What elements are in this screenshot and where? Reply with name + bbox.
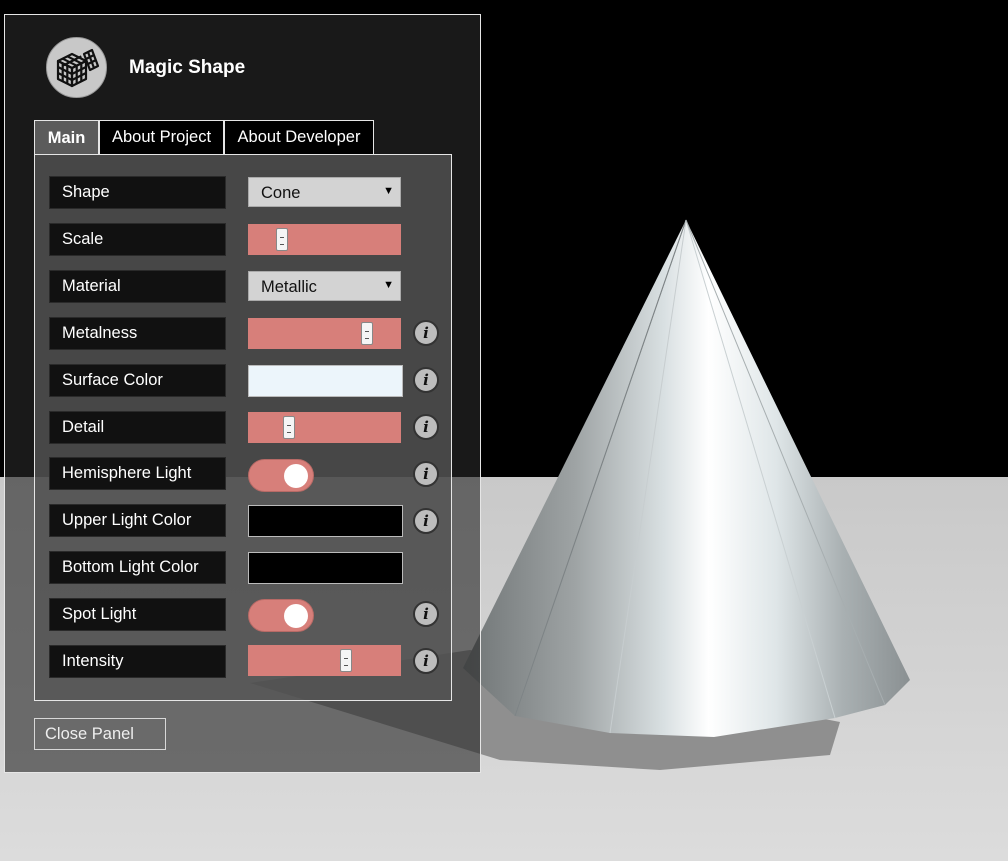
tab-about-developer[interactable]: About Developer xyxy=(224,120,374,155)
detail-slider-handle[interactable] xyxy=(283,416,295,439)
shape-select[interactable]: Cone ▼ xyxy=(248,177,401,207)
metalness-slider-handle[interactable] xyxy=(361,322,373,345)
info-icon[interactable]: i xyxy=(413,601,439,627)
spot-light-toggle[interactable] xyxy=(248,599,314,632)
material-label: Material xyxy=(49,270,226,303)
metalness-slider[interactable] xyxy=(248,318,401,349)
info-icon[interactable]: i xyxy=(413,461,439,487)
intensity-label: Intensity xyxy=(49,645,226,678)
upper-light-color-label: Upper Light Color xyxy=(49,504,226,537)
scale-label: Scale xyxy=(49,223,226,256)
surface-color-label: Surface Color xyxy=(49,364,226,397)
chevron-down-icon: ▼ xyxy=(383,185,394,197)
metalness-label: Metalness xyxy=(49,317,226,350)
bottom-light-color-swatch[interactable] xyxy=(248,552,403,584)
shape-label: Shape xyxy=(49,176,226,209)
upper-light-color-swatch[interactable] xyxy=(248,505,403,537)
control-panel: Magic Shape Main About Project About Dev… xyxy=(4,14,481,773)
toggle-knob xyxy=(284,464,308,488)
material-select[interactable]: Metallic ▼ xyxy=(248,271,401,301)
tab-about-project[interactable]: About Project xyxy=(99,120,224,155)
detail-slider[interactable] xyxy=(248,412,401,443)
intensity-slider-handle[interactable] xyxy=(340,649,352,672)
info-icon[interactable]: i xyxy=(413,414,439,440)
tab-main[interactable]: Main xyxy=(34,120,99,155)
surface-color-swatch[interactable] xyxy=(248,365,403,397)
tab-content-main: Shape Cone ▼ Scale Material Metallic ▼ M… xyxy=(34,154,452,701)
chevron-down-icon: ▼ xyxy=(383,279,394,291)
hemisphere-light-toggle[interactable] xyxy=(248,459,314,492)
info-icon[interactable]: i xyxy=(413,367,439,393)
scale-slider[interactable] xyxy=(248,224,401,255)
material-select-value: Metallic xyxy=(261,278,317,296)
spot-light-label: Spot Light xyxy=(49,598,226,631)
rubiks-cube-icon xyxy=(46,37,107,98)
info-icon[interactable]: i xyxy=(413,508,439,534)
close-panel-button[interactable]: Close Panel xyxy=(34,718,166,750)
toggle-knob xyxy=(284,604,308,628)
intensity-slider[interactable] xyxy=(248,645,401,676)
info-icon[interactable]: i xyxy=(413,648,439,674)
bottom-light-color-label: Bottom Light Color xyxy=(49,551,226,584)
shape-select-value: Cone xyxy=(261,184,301,202)
scale-slider-handle[interactable] xyxy=(276,228,288,251)
hemisphere-light-label: Hemisphere Light xyxy=(49,457,226,490)
app-title: Magic Shape xyxy=(129,57,246,78)
detail-label: Detail xyxy=(49,411,226,444)
info-icon[interactable]: i xyxy=(413,320,439,346)
